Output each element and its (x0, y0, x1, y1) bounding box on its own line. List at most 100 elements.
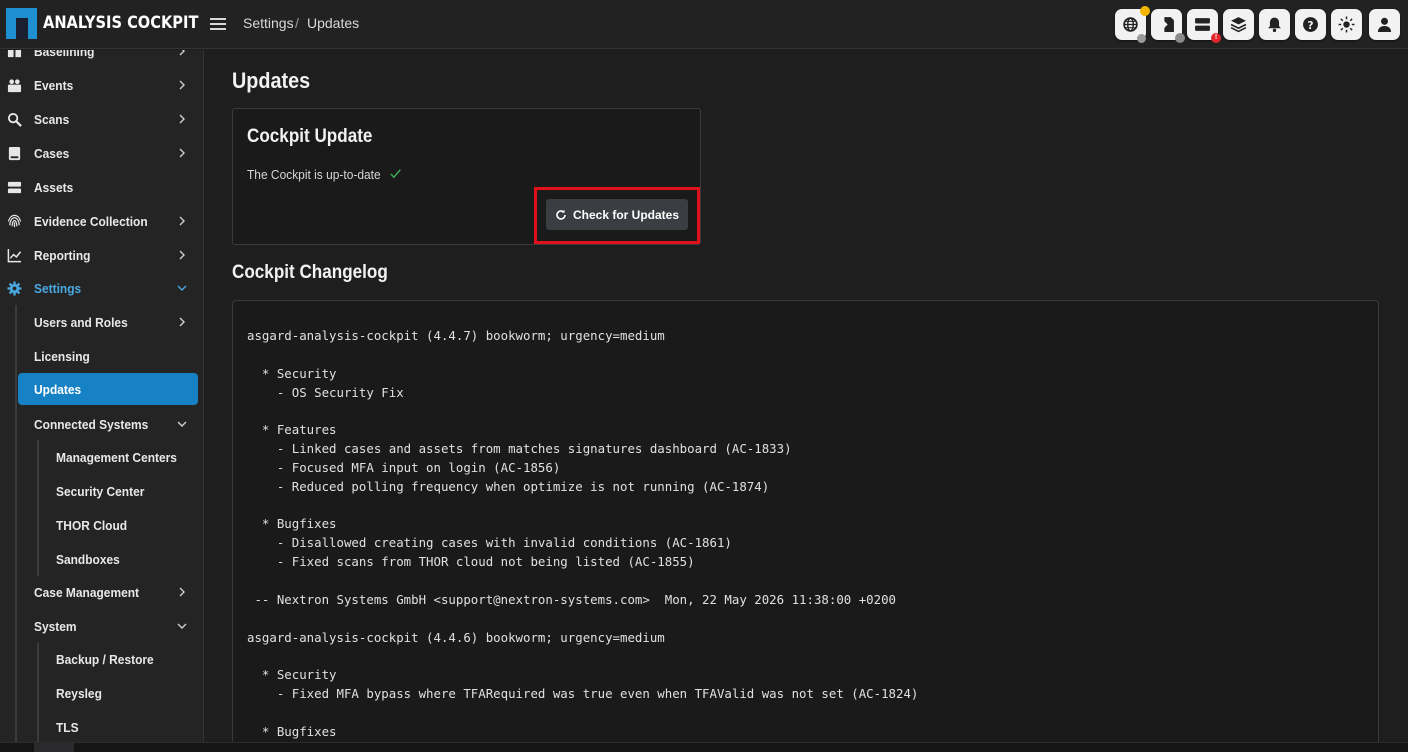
breadcrumb-current: Updates (307, 15, 360, 31)
changelog-line: asgard-analysis-cockpit (4.4.6) bookworm… (247, 629, 665, 645)
changelog-line: * Features (247, 422, 337, 438)
sidebar-item-sandboxes[interactable]: Sandboxes (0, 543, 203, 575)
import-icon (1159, 17, 1174, 32)
changelog-line: * Bugfixes (247, 516, 337, 532)
sidebar-item-label: Settings (34, 280, 82, 296)
server-icon (1195, 18, 1210, 31)
changelog-line: * Bugfixes (247, 723, 337, 739)
changelog-line: * Security (247, 365, 337, 381)
main-content: Updates Cockpit Update The Cockpit is up… (205, 50, 1408, 750)
sidebar-item-users-and-roles[interactable]: Users and Roles (0, 306, 203, 338)
changelog-line: - Fixed MFA bypass where TFARequired was… (247, 686, 919, 702)
sidebar-item-label: Security Center (56, 483, 145, 499)
sidebar-item-reporting[interactable]: Reporting (0, 239, 203, 271)
refresh-icon (556, 209, 566, 220)
bell-icon (1268, 17, 1281, 33)
user-icon (1377, 17, 1392, 32)
globe-button[interactable] (1115, 6, 1150, 43)
sidebar-item-label: Reporting (34, 247, 91, 263)
events-icon (7, 78, 22, 93)
changelog-line: - Disallowed creating cases with invalid… (247, 535, 732, 551)
check-icon (390, 169, 401, 179)
sidebar-item-label: Reysleg (56, 685, 102, 701)
sidebar-item-system[interactable]: System (0, 610, 203, 642)
sidebar-item-label: Connected Systems (34, 416, 149, 432)
sidebar-item-licensing[interactable]: Licensing (0, 340, 203, 372)
chevron-right-icon (179, 250, 185, 260)
layers-icon (1230, 17, 1247, 33)
server-button[interactable]: ! (1187, 9, 1221, 43)
app-logo[interactable] (6, 8, 37, 39)
chevron-right-icon (179, 216, 185, 226)
changelog-line: asgard-analysis-cockpit (4.4.7) bookworm… (247, 328, 665, 343)
chevron-down-icon (177, 421, 187, 427)
sidebar-item-label: Assets (34, 179, 74, 195)
sun-icon (1338, 16, 1355, 33)
app-name: ANALYSIS COCKPIT (43, 13, 199, 33)
changelog-line: * Security (247, 667, 337, 683)
chevron-right-icon (179, 50, 185, 56)
sidebar-item-evidence-collection[interactable]: Evidence Collection (0, 205, 203, 237)
chevron-right-icon (179, 114, 185, 124)
sidebar-item-label: Management Centers (56, 449, 177, 465)
breadcrumb-separator: / (295, 15, 299, 31)
bottom-bar (0, 742, 1408, 752)
sidebar-item-label: Sandboxes (56, 551, 120, 567)
sidebar-item-cases[interactable]: Cases (0, 137, 203, 169)
chart-icon (7, 248, 22, 263)
import-button[interactable] (1151, 9, 1185, 43)
theme-toggle-button[interactable] (1331, 9, 1362, 40)
changelog-line: - Focused MFA input on login (AC-1856) (247, 459, 561, 475)
sidebar: Baselining Events Scans Cases Assets Evi… (0, 50, 204, 742)
sidebar-item-backup-restore[interactable]: Backup / Restore (0, 643, 203, 675)
alert-badge: ! (1211, 33, 1221, 43)
sidebar-item-label: Events (34, 77, 74, 93)
check-for-updates-label: Check for Updates (572, 207, 680, 222)
hamburger-menu-icon[interactable] (208, 14, 228, 34)
changelog-line: - OS Security Fix (247, 384, 404, 400)
changelog-line: -- Nextron Systems GmbH <support@nextron… (247, 591, 897, 607)
svg-text:?: ? (1307, 19, 1313, 32)
sidebar-item-tls[interactable]: TLS (0, 711, 203, 742)
breadcrumb-settings[interactable]: Settings (243, 15, 294, 31)
check-for-updates-button[interactable]: Check for Updates (546, 199, 688, 230)
sidebar-item-updates[interactable]: Updates (0, 373, 203, 405)
chevron-right-icon (179, 317, 185, 327)
sidebar-item-assets[interactable]: Assets (0, 171, 203, 203)
sidebar-item-reysleg[interactable]: Reysleg (0, 677, 203, 709)
changelog-title: Cockpit Changelog (232, 262, 388, 283)
changelog-panel: asgard-analysis-cockpit (4.4.7) bookworm… (232, 300, 1379, 750)
update-status-text: The Cockpit is up-to-date (247, 167, 381, 182)
sidebar-item-security-center[interactable]: Security Center (0, 475, 203, 507)
sidebar-item-scans[interactable]: Scans (0, 103, 203, 135)
sidebar-item-settings[interactable]: Settings (0, 272, 203, 304)
chevron-right-icon (179, 587, 185, 597)
scrollbar-stub[interactable] (34, 743, 74, 752)
sidebar-item-case-management[interactable]: Case Management (0, 576, 203, 608)
help-button[interactable]: ? (1295, 9, 1326, 40)
layers-button[interactable] (1223, 9, 1254, 40)
globe-icon (1123, 17, 1138, 32)
user-button[interactable] (1369, 9, 1400, 40)
notifications-button[interactable] (1259, 9, 1290, 40)
cockpit-update-card: Cockpit Update The Cockpit is up-to-date… (232, 108, 701, 245)
sidebar-item-label: Scans (34, 111, 70, 127)
server-icon (7, 180, 22, 195)
sidebar-item-label: Users and Roles (34, 314, 128, 330)
chevron-down-icon (177, 623, 187, 629)
fingerprint-icon (7, 214, 22, 229)
sidebar-item-baselining[interactable]: Baselining (0, 50, 203, 67)
sidebar-item-label: System (34, 618, 77, 634)
changelog-text: asgard-analysis-cockpit (4.4.7) bookworm… (247, 327, 918, 742)
scan-icon (7, 112, 22, 127)
sidebar-item-label: TLS (56, 719, 79, 735)
sidebar-item-thor-cloud[interactable]: THOR Cloud (0, 509, 203, 541)
gear-icon (7, 280, 22, 296)
sidebar-item-connected-systems[interactable]: Connected Systems (0, 408, 203, 440)
sidebar-item-label: THOR Cloud (56, 517, 128, 533)
chevron-right-icon (179, 148, 185, 158)
sidebar-item-label: Case Management (34, 584, 140, 600)
changelog-line: - Reduced polling frequency when optimiz… (247, 478, 770, 494)
sidebar-item-management-centers[interactable]: Management Centers (0, 441, 203, 473)
sidebar-item-events[interactable]: Events (0, 69, 203, 101)
